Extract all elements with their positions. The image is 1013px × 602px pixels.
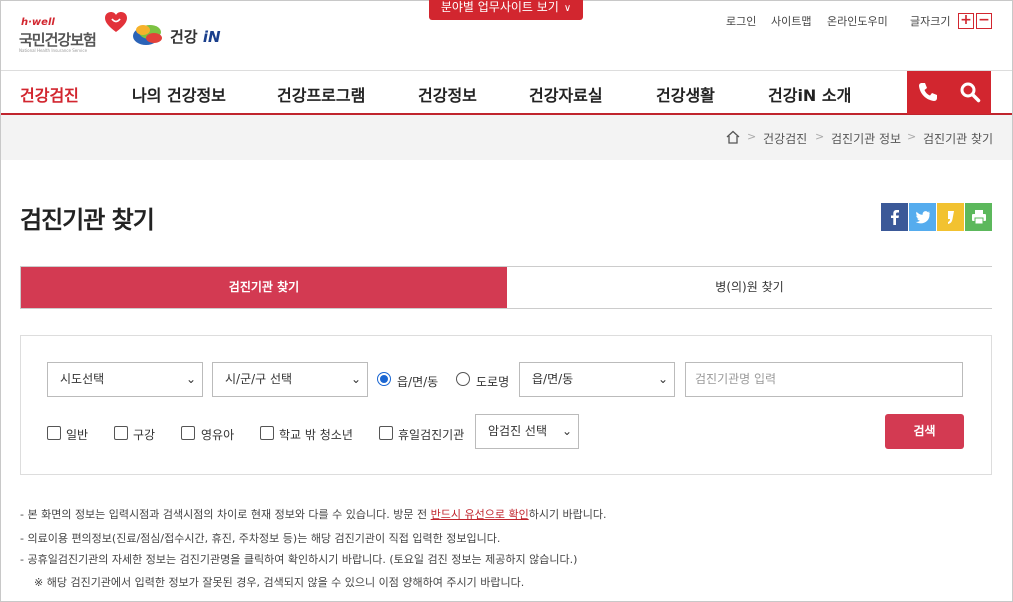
note-line-1-b: 하시기 바랍니다. [528,508,607,521]
breadcrumb-item-2[interactable]: 검진기관 정보 [831,130,901,147]
top-header: h·well 국민건강보험 National Health Insurance … [1,0,1012,71]
note-line-3: - 공휴일검진기관의 자세한 정보는 검진기관명을 클릭하여 확인하시기 바랍니… [20,553,578,566]
org-sub: National Health Insurance Service [19,48,88,53]
health-in-prefix: 건강 [170,28,198,46]
checkbox-out-of-school-youth[interactable] [260,426,274,440]
site-menu-button[interactable]: 분야별 업무사이트 보기 ∨ [429,0,583,20]
tab-hospital[interactable]: 병(의)원 찾기 [507,267,992,308]
phone-icon [919,83,937,101]
sido-select[interactable]: 시도선택 ⌄ [47,362,203,397]
chevron-right-icon: > [747,130,757,143]
chevron-right-icon: > [907,130,917,143]
nav-item-program[interactable]: 건강프로그램 [277,82,365,106]
facebook-icon [891,210,899,225]
page-title: 검진기관 찾기 [20,206,155,234]
checkbox-holiday-label[interactable]: 휴일검진기관 [398,426,464,443]
chevron-right-icon: > [815,130,825,143]
leaf-logo-icon [133,25,162,45]
checkbox-dental-label[interactable]: 구강 [133,426,155,443]
search-button[interactable]: 검색 [885,414,964,449]
dong-select[interactable]: 읍/면/동 ⌄ [519,362,675,397]
health-in-logo[interactable]: 건강 iN [132,21,227,51]
kakao-icon [948,211,954,224]
chevron-down-icon: ⌄ [657,372,668,386]
chevron-down-icon: ⌄ [185,372,196,386]
note-line-4: ※ 해당 검진기관에서 입력한 정보가 잘못된 경우, 검색되지 않을 수 있으… [34,576,525,589]
breadcrumb-item-1[interactable]: 건강검진 [763,130,807,147]
sigungu-select[interactable]: 시/군/구 선택 ⌄ [212,362,368,397]
checkbox-infant[interactable] [181,426,195,440]
checkbox-general-label[interactable]: 일반 [66,426,88,443]
dong-select-value: 읍/면/동 [532,372,574,386]
nav-item-health-info[interactable]: 건강정보 [418,82,477,106]
institution-name-placeholder: 검진기관명 입력 [695,372,777,386]
font-decrease-button[interactable]: − [976,13,992,29]
nav-item-library[interactable]: 건강자료실 [529,82,603,106]
checkbox-general[interactable] [47,426,61,440]
site-menu-label: 분야별 업무사이트 보기 [440,0,559,14]
nav-item-checkup[interactable]: 건강검진 [20,82,79,106]
print-icon [972,210,986,225]
twitter-share-button[interactable] [909,203,936,231]
radio-eupmyeondong[interactable] [377,372,391,386]
font-size-label: 글자크기 [910,15,951,28]
checkbox-out-of-school-youth-label[interactable]: 학교 밖 청소년 [279,426,353,443]
sido-select-value: 시도선택 [60,372,105,386]
nhis-logo[interactable]: h·well 국민건강보험 National Health Insurance … [19,11,129,53]
institution-name-input[interactable]: 검진기관명 입력 [685,362,963,397]
note-line-1: - 본 화면의 정보는 입력시점과 검색시점의 차이로 현재 정보와 다를 수 … [20,506,607,522]
online-help-link[interactable]: 온라인도우미 [827,13,888,29]
nav-item-about[interactable]: 건강iN 소개 [768,82,851,106]
search-nav-button[interactable] [949,71,991,114]
sigungu-select-value: 시/군/구 선택 [225,372,293,386]
home-icon[interactable] [726,130,740,144]
radio-eupmyeondong-label[interactable]: 읍/면/동 [397,373,438,390]
cancer-checkup-select[interactable]: 암검진 선택 ⌄ [475,414,579,449]
facebook-share-button[interactable] [881,203,908,231]
font-increase-button[interactable]: + [958,13,974,29]
kakao-share-button[interactable] [937,203,964,231]
phone-button[interactable] [907,71,949,114]
note-line-1-a: - 본 화면의 정보는 입력시점과 검색시점의 차이로 현재 정보와 다를 수 … [20,508,431,521]
main-nav: 건강검진 나의 건강정보 건강프로그램 건강정보 건강자료실 건강생활 건강iN… [1,71,1012,115]
login-link[interactable]: 로그인 [726,13,756,29]
tab-checkup-institution[interactable]: 검진기관 찾기 [21,267,507,308]
hwell-mark: h·well [21,17,55,28]
search-panel [20,335,992,475]
cancer-checkup-select-value: 암검진 선택 [488,424,548,438]
sitemap-link[interactable]: 사이트맵 [771,13,811,29]
heart-logo-icon [105,12,127,32]
print-button[interactable] [965,203,992,231]
radio-road-name[interactable] [456,372,470,386]
chevron-down-icon: ⌄ [561,424,572,438]
chevron-down-icon: ⌄ [350,372,361,386]
breadcrumb: > 건강검진 > 검진기관 정보 > 검진기관 찾기 [1,115,1012,160]
nav-item-my-health[interactable]: 나의 건강정보 [132,82,226,106]
chevron-down-icon: ∨ [563,3,572,14]
note-highlight: 반드시 유선으로 확인 [430,508,529,521]
twitter-icon [915,211,930,224]
health-in-suffix: iN [202,28,221,46]
radio-road-name-label[interactable]: 도로명 [476,373,509,390]
checkbox-dental[interactable] [114,426,128,440]
breadcrumb-item-3: 검진기관 찾기 [923,132,994,146]
org-name: 국민건강보험 [19,31,97,49]
checkbox-infant-label[interactable]: 영유아 [201,426,234,443]
search-icon [960,82,981,103]
nav-item-life[interactable]: 건강생활 [656,82,715,106]
checkbox-holiday[interactable] [379,426,393,440]
health-in-text: 건강 iN [170,26,221,47]
note-line-2: - 의료이용 편의정보(진료/점심/접수시간, 휴진, 주차정보 등)는 해당 … [20,532,501,545]
search-tabs: 검진기관 찾기 병(의)원 찾기 [20,266,992,309]
